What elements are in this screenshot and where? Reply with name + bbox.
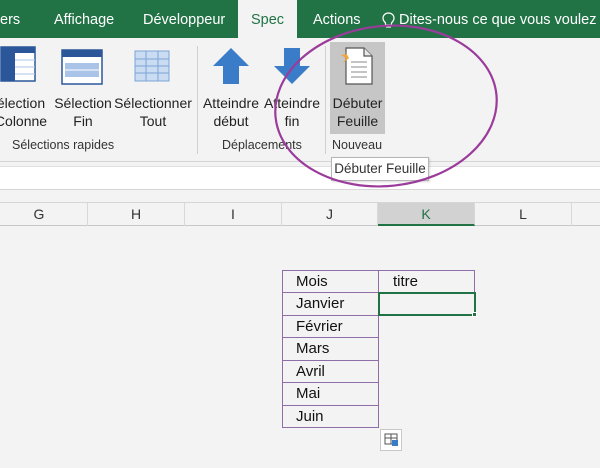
cell-juin[interactable]: Juin xyxy=(282,405,379,428)
selection-colonne-label-2: Colonne xyxy=(0,113,48,129)
column-headers: G H I J K L xyxy=(0,202,600,226)
column-header-i[interactable]: I xyxy=(185,203,282,226)
lightbulb-icon xyxy=(382,12,395,28)
group-label-nouveau: Nouveau xyxy=(332,138,383,152)
column-header-g[interactable]: G xyxy=(0,203,88,226)
atteindre-fin-label-2: fin xyxy=(284,113,300,129)
cell-mai[interactable]: Mai xyxy=(282,383,379,406)
cell-janvier[interactable]: Janvier xyxy=(282,293,379,316)
formula-bar[interactable] xyxy=(0,166,600,190)
cell-mois[interactable]: Mois xyxy=(282,270,379,293)
selectionner-tout-button[interactable]: Sélectionner Tout xyxy=(114,42,192,132)
column-header-j[interactable]: J xyxy=(282,203,378,226)
atteindre-fin-label-1: Atteindre xyxy=(263,95,321,111)
cell-titre[interactable]: titre xyxy=(378,270,475,293)
selection-fin-button[interactable]: Sélection Fin xyxy=(52,42,114,132)
tooltip: Débuter Feuille xyxy=(331,157,429,181)
atteindre-fin-button[interactable]: Atteindre fin xyxy=(262,42,322,132)
new-sheet-icon xyxy=(341,47,373,85)
debuter-feuille-button[interactable]: Débuter Feuille xyxy=(330,42,385,134)
selectionner-tout-label-1: Sélectionner xyxy=(114,95,192,111)
selection-colonne-label-1: élection xyxy=(0,95,46,111)
tab-developpeur[interactable]: Développeur xyxy=(143,0,233,38)
quick-analysis-icon xyxy=(384,433,398,446)
tab-fichiers[interactable]: ers xyxy=(0,0,40,38)
selectionner-tout-label-2: Tout xyxy=(139,113,167,129)
tell-me-text: Dites-nous ce que vous voulez fa xyxy=(399,12,600,28)
group-separator xyxy=(197,46,198,154)
selection-fin-label-1: Sélection xyxy=(54,95,112,111)
atteindre-debut-label-2: début xyxy=(213,113,249,129)
cell-avril[interactable]: Avril xyxy=(282,360,379,383)
ribbon-tab-bar: ers Affichage Développeur Spec Actions D… xyxy=(0,0,600,38)
group-separator xyxy=(325,46,326,154)
select-all-icon xyxy=(134,50,170,82)
debuter-feuille-label-2: Feuille xyxy=(336,113,379,129)
column-header-l[interactable]: L xyxy=(475,203,572,226)
debuter-feuille-label-1: Débuter xyxy=(332,95,383,111)
fill-handle[interactable] xyxy=(472,312,477,317)
selection-fin-label-2: Fin xyxy=(73,113,93,129)
atteindre-debut-button[interactable]: Atteindre début xyxy=(200,42,262,132)
select-column-icon xyxy=(0,46,36,82)
group-label-deplacements: Déplacements xyxy=(222,138,302,152)
atteindre-debut-label-1: Atteindre xyxy=(202,95,260,111)
group-label-selections-rapides: Sélections rapides xyxy=(12,138,115,152)
tab-spec[interactable]: Spec xyxy=(238,0,297,38)
tab-actions[interactable]: Actions xyxy=(313,0,368,38)
selection-colonne-button[interactable]: élection Colonne xyxy=(0,42,50,132)
cell-mars[interactable]: Mars xyxy=(282,338,379,361)
quick-analysis-button[interactable] xyxy=(380,429,402,451)
tab-affichage[interactable]: Affichage xyxy=(54,0,124,38)
column-header-k[interactable]: K xyxy=(378,203,475,226)
select-end-icon xyxy=(61,49,103,85)
cell-fevrier[interactable]: Février xyxy=(282,315,379,338)
active-cell-k2[interactable] xyxy=(378,292,476,316)
arrow-up-icon xyxy=(213,48,249,84)
ribbon-panel: élection Colonne Sélection Fin Sélection… xyxy=(0,38,600,162)
column-header-h[interactable]: H xyxy=(88,203,185,226)
arrow-down-icon xyxy=(274,48,310,84)
